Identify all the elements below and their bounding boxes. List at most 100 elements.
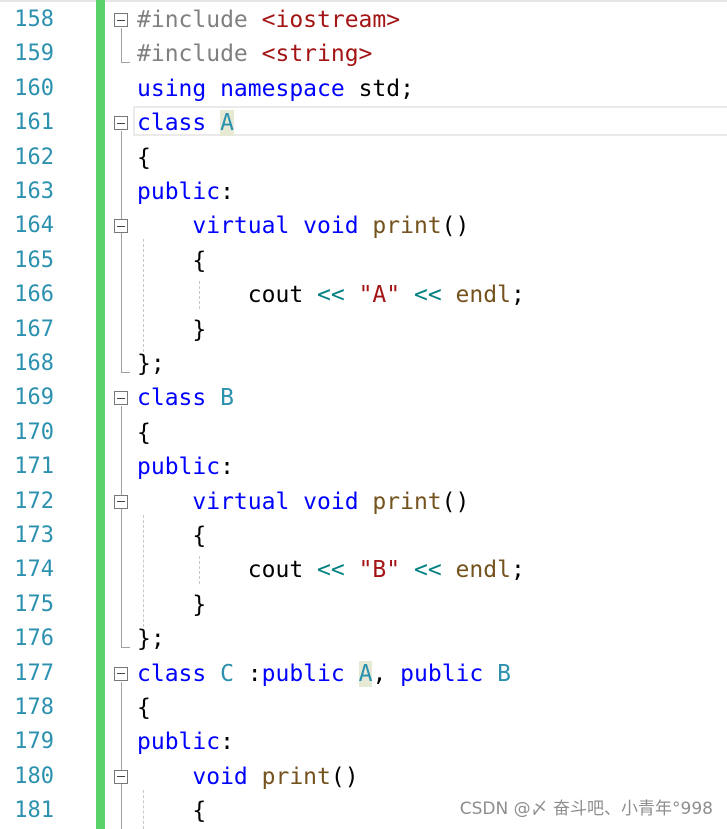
code-token: public <box>137 179 221 205</box>
line-code: }; <box>137 622 165 656</box>
collapse-region-icon[interactable] <box>114 769 128 784</box>
code-token: using namespace <box>137 75 359 102</box>
line-code: virtual void print() <box>137 485 469 519</box>
code-line[interactable]: 172 virtual void print() <box>0 485 727 519</box>
line-code: } <box>137 313 206 347</box>
code-line[interactable]: 162 { <box>0 141 727 175</box>
line-code: }; <box>137 347 165 381</box>
line-code: class B <box>137 381 234 415</box>
line-number: 160 <box>14 75 54 101</box>
code-line[interactable]: 164 virtual void print() <box>0 209 727 243</box>
code-token: print <box>372 213 442 240</box>
code-line[interactable]: 160 using namespace std; <box>0 72 727 106</box>
code-token: std; <box>358 75 414 102</box>
code-line[interactable]: 179 public: <box>0 725 727 759</box>
code-line[interactable]: 159 #include <string> <box>0 37 727 71</box>
code-editor[interactable]: 158 #include <iostream> 159 #include <strin… <box>0 0 727 829</box>
collapse-region-icon[interactable] <box>114 13 128 27</box>
code-token: print <box>261 763 331 790</box>
code-token: <iostream> <box>261 7 401 33</box>
code-line[interactable]: 165 { <box>0 244 727 278</box>
code-line[interactable]: 167 } <box>0 313 727 347</box>
code-token: ; <box>510 557 525 584</box>
line-number: 178 <box>14 695 54 720</box>
line-number: 159 <box>14 41 54 67</box>
code-line[interactable]: 174 cout << "B" << endl; <box>0 553 727 587</box>
collapse-region-icon[interactable] <box>114 666 128 681</box>
code-line[interactable]: 161 class A <box>0 106 727 140</box>
line-code: { <box>137 794 206 828</box>
line-number: 174 <box>14 557 54 583</box>
line-code: public: <box>137 725 234 759</box>
line-number: 163 <box>14 179 54 204</box>
collapse-region-icon[interactable] <box>114 391 128 406</box>
code-token: public <box>400 660 498 687</box>
code-token: } <box>137 591 207 618</box>
code-line[interactable]: 166 cout << "A" << endl; <box>0 278 727 312</box>
line-number: 179 <box>14 729 54 755</box>
line-code: { <box>137 691 151 725</box>
line-number: 164 <box>14 213 54 239</box>
code-line[interactable]: 178 { <box>0 691 727 725</box>
line-code: public: <box>137 175 234 209</box>
code-token: () <box>330 763 359 790</box>
code-token: { <box>137 247 207 274</box>
code-line[interactable]: 158 #include <iostream> <box>0 3 727 37</box>
code-line[interactable]: 180 void print() <box>0 760 727 794</box>
line-code: { <box>137 519 206 553</box>
code-line[interactable]: 169 class B <box>0 381 727 415</box>
line-number: 172 <box>14 488 54 514</box>
code-line[interactable]: 163 public: <box>0 175 727 209</box>
line-number: 171 <box>14 454 54 480</box>
line-code: { <box>137 416 151 450</box>
code-token: }; <box>137 626 165 653</box>
line-number: 161 <box>14 110 54 136</box>
code-line[interactable]: 168}; <box>0 347 727 381</box>
code-token: : <box>220 454 234 481</box>
line-number: 162 <box>14 144 54 170</box>
code-line[interactable]: 175 } <box>0 588 727 622</box>
code-token: { <box>137 523 207 549</box>
code-token: : <box>220 179 234 205</box>
line-number: 176 <box>14 626 54 652</box>
code-line[interactable]: 176}; <box>0 622 727 656</box>
code-token: print <box>372 488 442 515</box>
line-number: 177 <box>14 660 54 686</box>
code-token: << <box>317 282 345 309</box>
code-token: <string> <box>261 41 373 68</box>
code-token: void <box>192 763 262 790</box>
line-code: class A <box>137 106 234 140</box>
code-token: class <box>137 110 221 137</box>
line-number: 181 <box>14 798 54 824</box>
collapse-region-icon[interactable] <box>114 494 128 509</box>
code-line[interactable]: 173 { <box>0 519 727 553</box>
code-token: public <box>137 729 221 756</box>
line-code: } <box>137 588 206 622</box>
code-line[interactable]: 170 { <box>0 416 727 450</box>
collapse-region-icon[interactable] <box>114 219 128 234</box>
code-token: B <box>497 660 511 687</box>
code-token: , <box>372 660 401 687</box>
line-number: 173 <box>14 523 54 548</box>
code-token: class <box>137 385 221 412</box>
line-number: 158 <box>14 7 54 32</box>
code-token: virtual void <box>192 213 373 240</box>
watermark: CSDN @〆 奋斗吧、小青年°998 <box>459 799 713 819</box>
line-number: 166 <box>14 282 54 308</box>
code-line[interactable]: 171 public: <box>0 450 727 484</box>
line-code: cout << "B" << endl; <box>137 553 525 587</box>
code-token: : <box>220 729 234 756</box>
code-token: << <box>317 557 345 584</box>
line-code: virtual void print() <box>137 209 469 243</box>
line-number: 170 <box>14 419 54 445</box>
collapse-region-icon[interactable] <box>114 116 128 131</box>
code-token: cout <box>137 282 318 309</box>
code-line[interactable]: 177 class C :public A, public B <box>0 657 727 691</box>
line-number: 175 <box>14 591 54 617</box>
